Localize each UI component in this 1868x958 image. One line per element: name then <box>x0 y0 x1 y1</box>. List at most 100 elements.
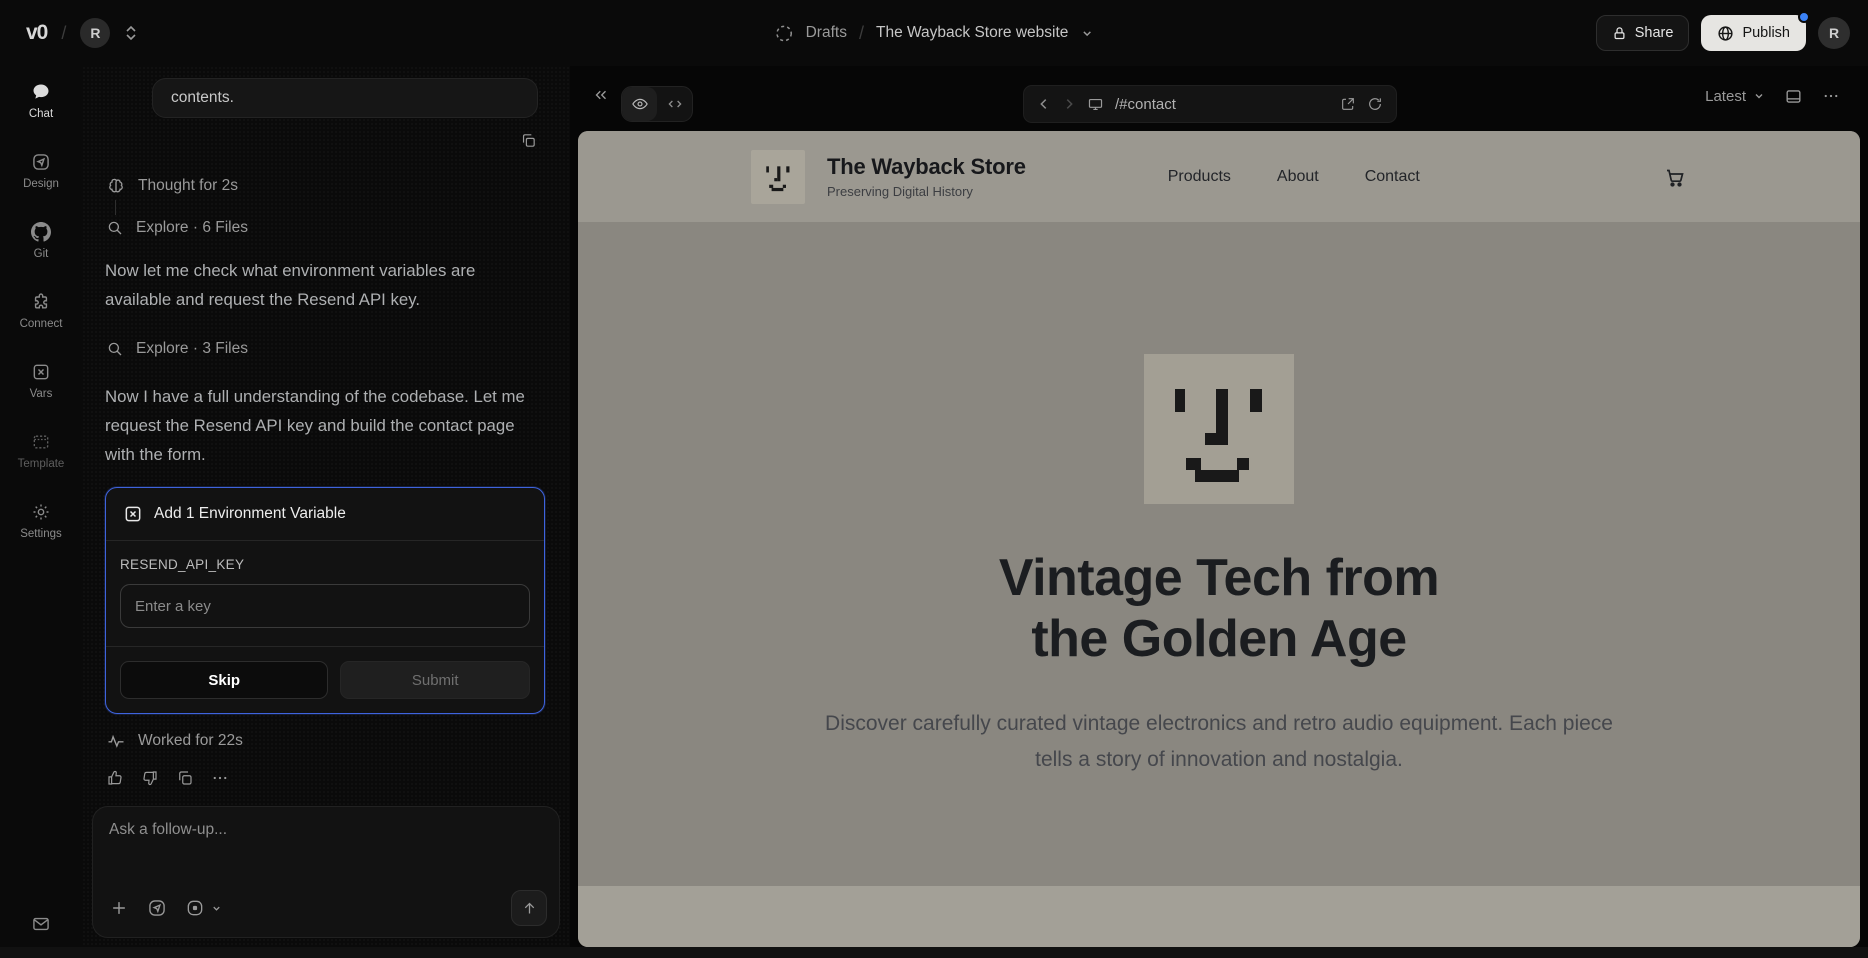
publish-notification-badge <box>1798 11 1810 23</box>
chat-panel: contents. Thought for 2s Explore · 6 Fil… <box>82 66 570 958</box>
thought-label: Thought for 2s <box>138 177 238 195</box>
globe-icon <box>1717 25 1734 42</box>
forward-icon[interactable] <box>1062 97 1076 111</box>
sidebar-item-label: Vars <box>30 388 53 400</box>
nav-link-about[interactable]: About <box>1277 168 1319 186</box>
breadcrumb-separator: / <box>859 23 864 44</box>
sidebar-item-connect[interactable]: Connect <box>0 276 82 346</box>
copy-icon[interactable] <box>176 769 194 787</box>
sidebar-item-label: Template <box>18 458 65 470</box>
gear-icon <box>31 502 51 522</box>
sidebar-item-git[interactable]: Git <box>0 206 82 276</box>
code-view-toggle[interactable] <box>657 87 692 121</box>
assistant-paragraph: Now let me check what environment variab… <box>105 256 543 314</box>
github-icon <box>31 222 51 242</box>
v0-logo[interactable]: v0 <box>26 21 47 45</box>
site-logo-pixel-face <box>751 150 805 204</box>
sidebar-item-label: Settings <box>20 528 62 540</box>
thought-row[interactable]: Thought for 2s <box>106 176 238 196</box>
hero-pixel-face-image <box>1144 354 1294 504</box>
share-button[interactable]: Share <box>1596 15 1690 51</box>
hero-title: Vintage Tech from the Golden Age <box>964 548 1474 670</box>
nav-link-contact[interactable]: Contact <box>1365 168 1420 186</box>
explore-label: Explore · 3 Files <box>136 340 248 358</box>
preview-url[interactable]: /#contact <box>1115 96 1329 113</box>
step-connector <box>115 200 116 215</box>
sidebar-item-vars[interactable]: Vars <box>0 346 82 416</box>
nav-link-products[interactable]: Products <box>1168 168 1231 186</box>
copy-message-icon[interactable] <box>520 132 537 149</box>
activity-pulse-icon <box>106 731 126 751</box>
back-icon[interactable] <box>1037 97 1051 111</box>
breadcrumb: Drafts / The Wayback Store website <box>775 0 1094 66</box>
sidebar-item-settings[interactable]: Settings <box>0 486 82 556</box>
breadcrumb-project-name[interactable]: The Wayback Store website <box>876 24 1068 42</box>
worked-row: Worked for 22s <box>106 731 243 751</box>
chat-bubble-icon <box>31 82 51 102</box>
search-icon <box>106 219 124 237</box>
preview-address-bar[interactable]: /#contact <box>1023 85 1397 123</box>
site-nav: Products About Contact <box>1168 168 1420 186</box>
left-rail: Chat Design Git Connect Vars Template <box>0 66 82 958</box>
site-preview-frame: The Wayback Store Preserving Digital His… <box>578 131 1860 947</box>
site-footer-band <box>578 886 1860 947</box>
publish-button[interactable]: Publish <box>1701 15 1806 51</box>
breadcrumb-slash: / <box>61 23 66 44</box>
brain-icon <box>106 176 126 196</box>
skip-button[interactable]: Skip <box>120 661 328 699</box>
chevron-down-icon <box>211 903 222 914</box>
lock-icon <box>1612 26 1627 41</box>
explore-row-1[interactable]: Explore · 6 Files <box>106 219 248 237</box>
more-options-icon[interactable] <box>1822 87 1840 105</box>
site-tagline: Preserving Digital History <box>827 184 1026 199</box>
preview-toolbar: /#contact Latest <box>570 66 1868 126</box>
open-external-icon[interactable] <box>1340 96 1356 112</box>
user-avatar[interactable]: R <box>1818 17 1850 49</box>
thumbs-up-icon[interactable] <box>106 769 124 787</box>
app-top-bar: v0 / R Drafts / The Wayback Store websit… <box>0 0 1868 66</box>
drafts-icon <box>775 24 794 43</box>
model-selector[interactable] <box>185 898 222 918</box>
design-mode-icon[interactable] <box>147 898 167 918</box>
followup-input[interactable] <box>109 821 543 879</box>
workspace-avatar[interactable]: R <box>80 18 110 48</box>
sidebar-item-label: Connect <box>20 318 63 330</box>
thumbs-down-icon[interactable] <box>141 769 159 787</box>
followup-composer[interactable] <box>92 806 560 938</box>
publish-label: Publish <box>1742 25 1790 41</box>
message-actions <box>106 769 229 787</box>
search-icon <box>106 340 124 358</box>
breadcrumb-drafts[interactable]: Drafts <box>806 24 847 42</box>
sidebar-item-template[interactable]: Template <box>0 416 82 486</box>
env-variable-dialog: Add 1 Environment Variable RESEND_API_KE… <box>105 487 545 714</box>
site-brand[interactable]: The Wayback Store Preserving Digital His… <box>751 150 1026 204</box>
collapse-panel-icon[interactable] <box>592 86 610 104</box>
workspace-switcher-icon[interactable] <box>124 25 138 41</box>
sidebar-item-chat[interactable]: Chat <box>0 66 82 136</box>
more-actions-icon[interactable] <box>211 769 229 787</box>
sidebar-item-label: Git <box>34 248 49 260</box>
refresh-icon[interactable] <box>1367 96 1383 112</box>
device-monitor-icon[interactable] <box>1087 96 1104 113</box>
dialog-title: Add 1 Environment Variable <box>154 505 346 523</box>
send-button[interactable] <box>511 890 547 926</box>
layout-panel-icon[interactable] <box>1784 87 1803 106</box>
sidebar-item-design[interactable]: Design <box>0 136 82 206</box>
chevron-down-icon[interactable] <box>1080 27 1093 40</box>
template-icon <box>31 432 51 452</box>
user-message-bubble: contents. <box>152 78 538 118</box>
user-message-text: contents. <box>171 89 234 107</box>
feedback-mail-icon[interactable] <box>0 914 82 934</box>
vars-icon <box>31 362 51 382</box>
window-bottom-edge <box>0 947 1868 958</box>
attach-plus-icon[interactable] <box>109 898 129 918</box>
cart-icon[interactable] <box>1663 165 1687 189</box>
explore-row-2[interactable]: Explore · 3 Files <box>106 340 248 358</box>
assistant-paragraph: Now I have a full understanding of the c… <box>105 382 543 469</box>
hero-description: Discover carefully curated vintage elect… <box>814 706 1624 778</box>
submit-button[interactable]: Submit <box>340 661 530 699</box>
env-key-input[interactable] <box>120 584 530 628</box>
preview-eye-toggle[interactable] <box>622 87 657 121</box>
sidebar-item-label: Chat <box>29 108 53 120</box>
version-selector[interactable]: Latest <box>1705 88 1765 105</box>
